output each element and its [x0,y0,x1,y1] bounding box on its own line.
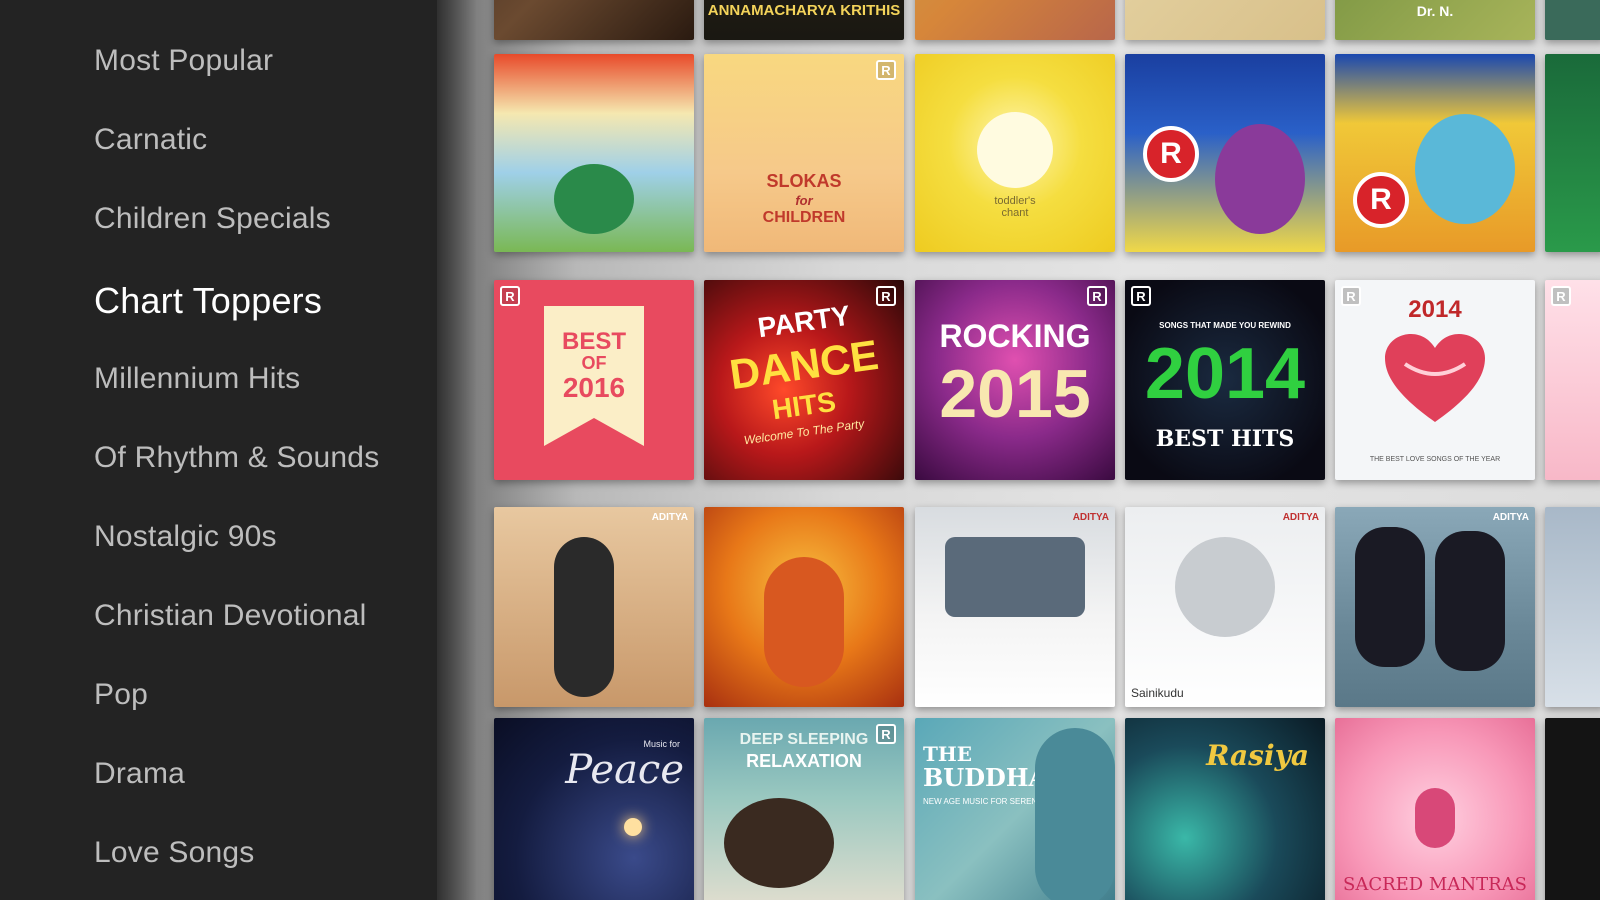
album-title: ROCKING [939,318,1091,354]
artist-figure [554,537,614,697]
album-tile[interactable]: ADITYA Sainikudu [1125,507,1325,707]
album-tile-party-dance-hits[interactable]: R PARTY DANCE HITS Welcome To The Party [704,280,904,480]
album-title: BEST HITS [1155,426,1295,452]
sidebar-item-love-songs[interactable]: Love Songs [94,836,254,870]
album-tile[interactable] [494,54,694,252]
sidebar-item-nostalgic-90s[interactable]: Nostalgic 90s [94,520,277,554]
album-tile-2014-best-hits[interactable]: R SONGS THAT MADE YOU REWIND 2014 BEST H… [1125,280,1325,480]
family-illustration [1215,124,1305,234]
album-tile[interactable]: R [1545,280,1600,480]
album-subtitle: THE BEST LOVE SONGS OF THE YEAR [1369,456,1501,463]
album-tile[interactable]: R [1335,54,1535,252]
r-logo-icon: R [500,286,520,306]
buddha-statue [1035,728,1115,900]
family-illustration [1415,114,1515,224]
edge-shadow [437,0,477,900]
album-title: 2016 [562,372,626,403]
sidebar-item-children-specials[interactable]: Children Specials [94,202,331,236]
artist-photo [1175,537,1275,637]
album-title: 2014 [1408,296,1462,323]
music-app-screen: Most Popular Carnatic Children Specials … [0,0,1600,900]
artist-figure [1435,531,1505,671]
album-title: BEST [561,328,626,355]
album-tile[interactable] [704,507,904,707]
artist-figure [1355,527,1425,667]
peacock-shape [554,164,634,234]
label-logo: ADITYA [651,512,688,523]
sidebar-item-christian-devotional[interactable]: Christian Devotional [94,599,366,633]
artist-photo [945,537,1085,617]
album-tile[interactable] [1125,0,1325,40]
album-tile[interactable] [1545,507,1600,707]
album-subtitle: chant [1001,207,1029,219]
label-logo: ADITYA [1492,512,1529,523]
album-tile[interactable]: ADITYA [494,507,694,707]
album-grid: ANNAMACHARYA KRITHIS Dr. N. R SLOKAS for… [437,0,1600,900]
album-tile-deep-sleeping[interactable]: R DEEP SLEEPING RELAXATION [704,718,904,900]
album-tile-rocking-2015[interactable]: R ROCKING 2015 [915,280,1115,480]
sidebar-item-millennium-hits[interactable]: Millennium Hits [94,362,300,396]
album-tile[interactable] [915,0,1115,40]
r-logo-icon: R [1143,126,1199,182]
album-tile[interactable]: R [1125,54,1325,252]
album-title: for [795,193,813,208]
sidebar-item-chart-toppers[interactable]: Chart Toppers [94,280,322,322]
album-title: Peace [565,747,684,793]
album-tile-rasiya[interactable]: Rasiya [1125,718,1325,900]
album-tile[interactable] [494,0,694,40]
album-tile-buddha[interactable]: THE BUDDHA NEW AGE MUSIC FOR SERENITY [915,718,1115,900]
label-logo: ADITYA [1282,512,1319,523]
album-tile[interactable]: toddler's chant [915,54,1115,252]
album-title: OF [581,353,607,373]
meditation-figure [1415,788,1455,848]
album-tile-peace[interactable]: Music for Peace [494,718,694,900]
album-tile[interactable] [1545,718,1600,900]
label-logo: ADITYA [1072,512,1109,523]
sidebar-item-of-rhythm-sounds[interactable]: Of Rhythm & Sounds [94,441,379,475]
album-tile-sacred-mantras[interactable]: SACRED MANTRAS [1335,718,1535,900]
album-tile[interactable] [1545,0,1600,40]
category-sidebar: Most Popular Carnatic Children Specials … [0,0,437,900]
moon-shape [624,818,642,836]
album-tile-2014-love[interactable]: R 2014 THE BEST LOVE SONGS OF THE YEAR [1335,280,1535,480]
r-logo-icon: R [876,60,896,80]
album-tile[interactable]: ANNAMACHARYA KRITHIS [704,0,904,40]
album-title: ANNAMACHARYA KRITHIS [707,2,901,19]
artist-figure [764,557,844,687]
sidebar-item-pop[interactable]: Pop [94,678,148,712]
album-title: SLOKAS [766,171,842,191]
album-tile[interactable]: Dr. N. [1335,0,1535,40]
album-title: CHILDREN [762,209,846,226]
album-tile-best-of-2016[interactable]: R BEST OF 2016 [494,280,694,480]
album-title: 2015 [939,356,1091,432]
album-tile[interactable] [1545,54,1600,252]
album-subtitle: SONGS THAT MADE YOU REWIND [1159,321,1291,330]
sidebar-item-most-popular[interactable]: Most Popular [94,44,273,78]
album-title: Dr. N. [1416,3,1454,19]
album-tile[interactable]: R SLOKAS for CHILDREN [704,54,904,252]
sidebar-item-drama[interactable]: Drama [94,757,185,791]
r-logo-icon: R [1551,286,1571,306]
album-tile[interactable]: ADITYA [915,507,1115,707]
album-title: SACRED MANTRAS [1342,874,1528,895]
r-logo-icon: R [1087,286,1107,306]
album-tile[interactable]: ADITYA [1335,507,1535,707]
album-title: 2014 [1144,334,1306,414]
r-logo-icon: R [1131,286,1151,306]
album-title: DEEP SLEEPING [739,731,869,748]
album-title: toddler's [994,195,1036,207]
album-title: Sainikudu [1131,686,1184,700]
r-logo-icon: R [1353,172,1409,228]
album-title: RELAXATION [746,751,862,771]
toddler-illustration [977,112,1053,188]
album-title: Rasiya [1206,739,1309,772]
sleeping-figure [724,798,834,888]
heart-icon [1385,334,1485,422]
sidebar-item-carnatic[interactable]: Carnatic [94,123,207,157]
